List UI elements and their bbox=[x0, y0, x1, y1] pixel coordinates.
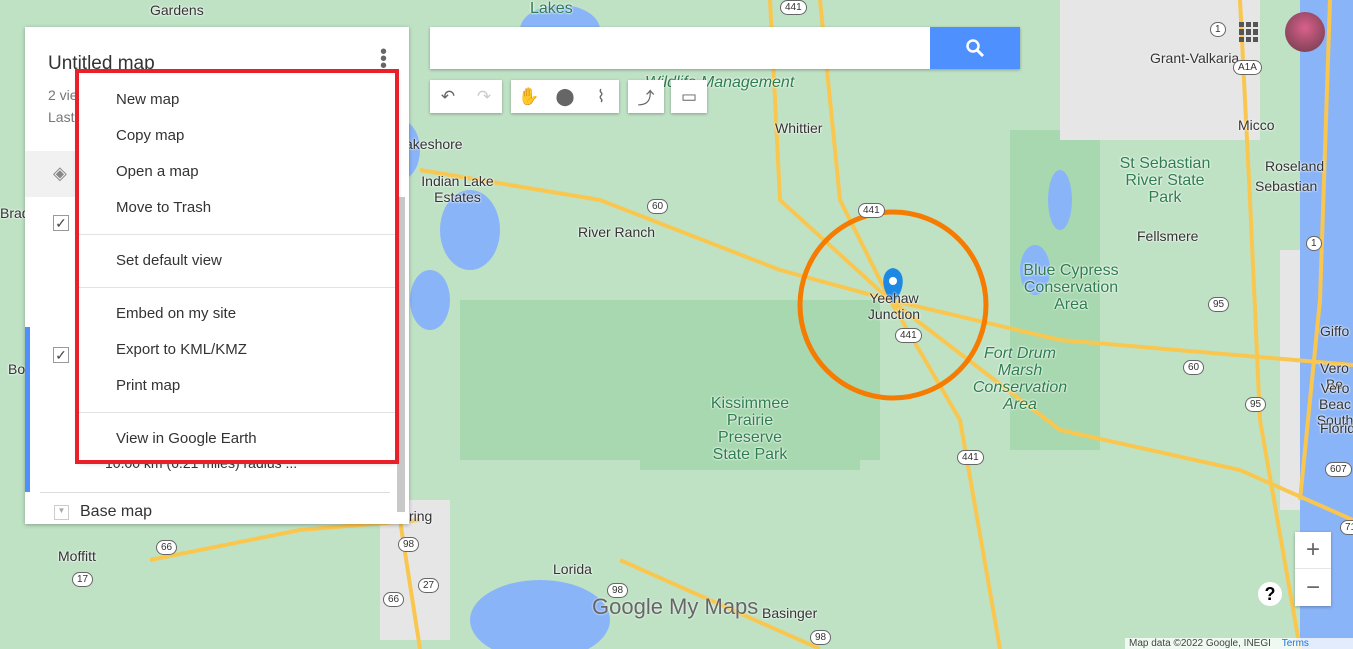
search-icon bbox=[966, 39, 985, 58]
directions-toolbar: ⤴ bbox=[628, 80, 664, 113]
redo-icon[interactable]: ↷ bbox=[466, 80, 502, 113]
highway-shield: 441 bbox=[858, 203, 885, 218]
map-label: Whittier bbox=[775, 120, 823, 136]
search-button[interactable] bbox=[930, 27, 1020, 69]
google-my-maps-logo: Google My Maps bbox=[592, 594, 759, 619]
zoom-controls: + − bbox=[1295, 532, 1331, 606]
highway-shield: 1 bbox=[1306, 236, 1322, 251]
last-edited: Last bbox=[48, 109, 75, 125]
layer-checkbox[interactable]: ✓ bbox=[53, 347, 69, 363]
ruler-icon[interactable]: ▭ bbox=[671, 80, 707, 113]
map-label: Basinger bbox=[762, 605, 818, 621]
layers-icon: ◈ bbox=[53, 163, 67, 183]
map-label: Indian Lake Estates bbox=[421, 173, 494, 205]
search-input[interactable] bbox=[430, 27, 930, 69]
menu-item-open-map[interactable]: Open a map bbox=[79, 154, 395, 190]
menu-item-set-default-view[interactable]: Set default view bbox=[79, 243, 395, 279]
menu-item-view-google-earth[interactable]: View in Google Earth bbox=[79, 421, 395, 457]
line-icon[interactable]: ⌇ bbox=[583, 80, 619, 113]
highway-shield: 27 bbox=[418, 578, 440, 593]
highway-shield: 98 bbox=[398, 537, 420, 552]
highway-shield: 17 bbox=[72, 572, 94, 587]
undo-icon[interactable]: ↶ bbox=[430, 80, 466, 113]
menu-item-move-to-trash[interactable]: Move to Trash bbox=[79, 190, 395, 226]
map-label: Florid bbox=[1320, 420, 1353, 436]
highway-shield: 60 bbox=[647, 199, 669, 214]
highway-shield: 441 bbox=[957, 450, 984, 465]
map-label: Grant-Valkaria bbox=[1150, 50, 1240, 66]
map-options-menu: New map Copy map Open a map Move to Tras… bbox=[75, 69, 399, 464]
map-label: Kissimmee Prairie Preserve State Park bbox=[710, 395, 790, 463]
highway-shield: 66 bbox=[383, 592, 405, 607]
base-map-label[interactable]: Base map bbox=[80, 503, 152, 521]
measure-toolbar: ▭ bbox=[671, 80, 707, 113]
menu-item-embed[interactable]: Embed on my site bbox=[79, 296, 395, 332]
map-label: Yeehaw Junction bbox=[867, 290, 921, 322]
map-label: Lorida bbox=[553, 561, 592, 577]
map-title[interactable]: Untitled map bbox=[48, 53, 155, 75]
map-label: ring bbox=[409, 508, 433, 524]
map-label: Fort Drum Marsh Conservation Area bbox=[972, 345, 1068, 413]
map-label: Roseland bbox=[1265, 158, 1325, 174]
highway-shield: 713 bbox=[1340, 520, 1353, 535]
highway-shield: 60 bbox=[1183, 360, 1205, 375]
highway-shield: A1A bbox=[1233, 60, 1262, 75]
attribution: Map data ©2022 Google, INEGI Terms bbox=[1125, 638, 1353, 649]
map-label: Lakes bbox=[530, 0, 573, 17]
zoom-in-button[interactable]: + bbox=[1295, 532, 1331, 569]
base-map-toggle-icon[interactable]: ▼ bbox=[54, 505, 69, 520]
map-label: Micco bbox=[1238, 117, 1275, 133]
highway-shield: 441 bbox=[780, 0, 807, 15]
menu-item-new-map[interactable]: New map bbox=[79, 82, 395, 118]
highway-shield: 95 bbox=[1245, 397, 1267, 412]
highway-shield: 66 bbox=[156, 540, 178, 555]
map-label: Gardens bbox=[150, 2, 204, 18]
map-label: Sebastian bbox=[1255, 178, 1318, 194]
highway-shield: 98 bbox=[810, 630, 832, 645]
map-label: Bo bbox=[8, 361, 26, 377]
more-options-icon[interactable]: • • • bbox=[380, 42, 387, 76]
menu-item-copy-map[interactable]: Copy map bbox=[79, 118, 395, 154]
views-count: 2 vie bbox=[48, 87, 78, 103]
hand-icon[interactable]: ✋ bbox=[511, 80, 547, 113]
history-toolbar: ↶ ↷ bbox=[430, 80, 502, 113]
map-label: River Ranch bbox=[578, 224, 656, 240]
map-data-text: Map data ©2022 Google, INEGI bbox=[1129, 638, 1271, 649]
map-label: Moffitt bbox=[58, 548, 96, 564]
highway-shield: 607 bbox=[1325, 462, 1352, 477]
apps-grid-icon[interactable] bbox=[1239, 22, 1259, 42]
highway-shield: 1 bbox=[1210, 22, 1226, 37]
map-label: Fellsmere bbox=[1137, 228, 1199, 244]
map-label: St Sebastian River State Park bbox=[1119, 155, 1211, 206]
drawing-toolbar: ✋ ⬤ ⌇ bbox=[511, 80, 619, 113]
directions-icon[interactable]: ⤴ bbox=[628, 80, 664, 113]
marker-icon[interactable]: ⬤ bbox=[547, 80, 583, 113]
map-label: Giffo bbox=[1320, 323, 1350, 339]
zoom-out-button[interactable]: − bbox=[1295, 569, 1331, 606]
highway-shield: 441 bbox=[895, 328, 922, 343]
terms-link[interactable]: Terms bbox=[1282, 638, 1309, 649]
avatar[interactable] bbox=[1285, 12, 1325, 52]
layer-checkbox[interactable]: ✓ bbox=[53, 215, 69, 231]
search-box bbox=[430, 27, 1020, 69]
menu-item-export-kml[interactable]: Export to KML/KMZ bbox=[79, 332, 395, 368]
map-label: Blue Cypress Conservation Area bbox=[1023, 262, 1119, 313]
menu-item-print-map[interactable]: Print map bbox=[79, 368, 395, 404]
map-label: Wildlife Management bbox=[645, 74, 795, 91]
highway-shield: 95 bbox=[1208, 297, 1230, 312]
panel-scrollbar[interactable] bbox=[397, 197, 405, 512]
help-icon[interactable]: ? bbox=[1258, 582, 1282, 606]
active-layer-indicator bbox=[25, 327, 30, 492]
map-label: akeshore bbox=[405, 136, 463, 152]
